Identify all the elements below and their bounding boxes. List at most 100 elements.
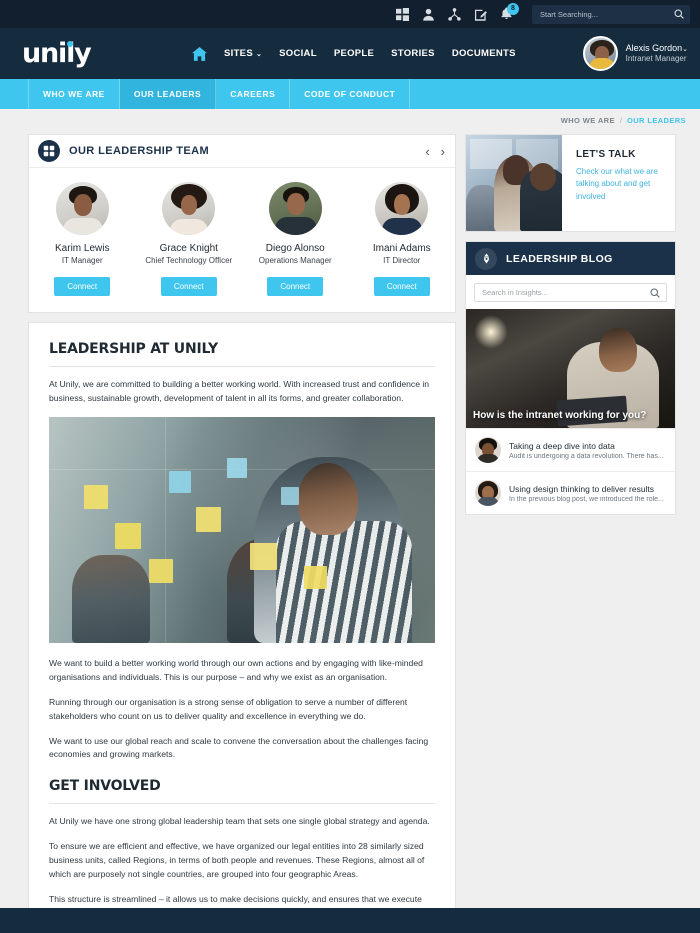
top-icon-group: 8 [396, 2, 519, 22]
member-name: Diego Alonso [265, 243, 325, 254]
leadership-blog-header: LEADERSHIP BLOG [466, 242, 675, 275]
breadcrumb-current[interactable]: OUR LEADERS [627, 116, 686, 125]
chevron-down-icon: ⌄ [682, 45, 688, 53]
global-search[interactable] [532, 4, 690, 24]
notification-badge: 8 [507, 2, 519, 15]
article-card: LEADERSHIP AT UNILY At Unily, we are com… [28, 322, 456, 933]
primary-nav: SITES ⌄ SOCIAL PEOPLE STORIES DOCUMENTS [192, 46, 516, 61]
leadership-team-header: OUR LEADERSHIP TEAM ‹ › [29, 135, 455, 168]
leadership-team-list: Karim Lewis IT Manager Connect Grace Kni… [29, 168, 455, 312]
breadcrumb: WHO WE ARE / OUR LEADERS [0, 109, 700, 131]
article-paragraph: We want to build a better working world … [49, 657, 423, 682]
post-excerpt: In the previous blog post, we introduced… [509, 495, 664, 503]
user-role: Intranet Manager [625, 54, 687, 64]
avatar [375, 182, 429, 235]
main-header: unily SITES ⌄ SOCIAL PEOPLE STORIES DOCU… [0, 28, 700, 79]
blog-search-row [466, 275, 675, 309]
team-member: Imani Adams IT Director Connect [349, 182, 456, 296]
striped-shirt [275, 520, 412, 643]
leadership-blog-title: LEADERSHIP BLOG [506, 252, 613, 265]
leadership-blog-card: LEADERSHIP BLOG How is the intranet work… [465, 241, 676, 515]
article-paragraph: To ensure we are efficient and effective… [49, 841, 425, 880]
connect-button[interactable]: Connect [160, 277, 217, 296]
lets-talk-image [466, 135, 562, 231]
section-nav: WHO WE ARE OUR LEADERS CAREERS CODE OF C… [0, 79, 700, 109]
pen-nib-icon [475, 247, 497, 270]
section-nav-our-leaders[interactable]: OUR LEADERS [119, 79, 217, 109]
article-heading-2: GET INVOLVED [49, 778, 435, 805]
list-item[interactable]: Taking a deep dive into data Audit is un… [466, 428, 675, 471]
nav-label-sites: SITES [224, 48, 253, 59]
breadcrumb-parent[interactable]: WHO WE ARE [561, 116, 615, 125]
nav-item-people[interactable]: PEOPLE [334, 48, 374, 59]
connect-button[interactable]: Connect [54, 277, 111, 296]
person-head [297, 462, 358, 535]
member-name: Grace Knight [159, 243, 218, 254]
connect-button[interactable]: Connect [267, 277, 324, 296]
breadcrumb-separator: / [619, 115, 622, 125]
page-footer [0, 908, 700, 933]
article-paragraph: At Unily, we are committed to building a… [49, 379, 430, 403]
member-role: IT Manager [61, 256, 103, 265]
carousel-prev-icon[interactable]: ‹ [425, 145, 429, 158]
user-menu[interactable]: Alexis Gordon⌄ Intranet Manager [582, 36, 688, 71]
article-paragraph: At Unily we have one strong global leade… [49, 816, 430, 827]
compose-edit-icon[interactable] [474, 8, 487, 21]
insights-search-input[interactable] [482, 288, 650, 297]
article-paragraph: We want to use our global reach and scal… [49, 735, 429, 760]
apps-grid-icon[interactable] [396, 7, 409, 21]
carousel-next-icon[interactable]: › [441, 145, 445, 158]
carousel-controls: ‹ › [425, 145, 445, 158]
lets-talk-subtitle[interactable]: Check our what we are talking about and … [576, 166, 663, 203]
person-silhouette [72, 554, 151, 643]
nav-item-social[interactable]: SOCIAL [279, 48, 317, 59]
home-icon[interactable] [192, 46, 207, 61]
org-chart-icon[interactable] [448, 7, 461, 21]
insights-search[interactable] [474, 283, 667, 302]
lets-talk-copy: LET'S TALK Check our what we are talking… [562, 135, 675, 231]
member-name: Karim Lewis [55, 243, 110, 254]
article-heading-1: LEADERSHIP AT UNILY [49, 341, 435, 367]
user-info: Alexis Gordon⌄ Intranet Manager [626, 42, 688, 65]
list-item[interactable]: Using design thinking to deliver results… [466, 471, 675, 514]
member-role: IT Director [383, 256, 421, 265]
article-hero-image [49, 416, 435, 643]
avatar [475, 480, 501, 506]
lets-talk-title: LET'S TALK [576, 149, 636, 160]
section-nav-careers[interactable]: CAREERS [216, 79, 291, 109]
nav-item-sites[interactable]: SITES ⌄ [224, 48, 262, 59]
section-nav-code-of-conduct[interactable]: CODE OF CONDUCT [290, 79, 411, 109]
member-name: Imani Adams [372, 243, 431, 254]
chevron-down-icon: ⌄ [255, 50, 263, 58]
unily-logo[interactable]: unily [22, 40, 104, 67]
content-area: OUR LEADERSHIP TEAM ‹ › Karim Lewis IT M… [0, 131, 700, 933]
notifications-bell[interactable]: 8 [500, 2, 519, 22]
leadership-team-title: OUR LEADERSHIP TEAM [69, 145, 210, 157]
post-title: Taking a deep dive into data [509, 440, 615, 451]
top-utility-bar: 8 [0, 0, 700, 28]
leadership-team-card: OUR LEADERSHIP TEAM ‹ › Karim Lewis IT M… [28, 134, 456, 313]
section-nav-who-we-are[interactable]: WHO WE ARE [28, 79, 120, 109]
search-icon[interactable] [650, 287, 660, 298]
nav-item-stories[interactable]: STORIES [391, 48, 435, 59]
sidebar: LET'S TALK Check our what we are talking… [465, 134, 676, 515]
team-member: Diego Alonso Operations Manager Connect [242, 182, 349, 296]
post-excerpt: Audit is undergoing a data revolution. T… [509, 452, 664, 460]
article-paragraph: Running through our organisation is a st… [49, 696, 408, 721]
page-root: 8 unily SITES ⌄ SOCIAL PEOPLE STORIES DO… [0, 0, 700, 933]
connect-button[interactable]: Connect [373, 277, 430, 296]
nav-item-documents[interactable]: DOCUMENTS [452, 48, 516, 59]
lets-talk-card[interactable]: LET'S TALK Check our what we are talking… [465, 134, 676, 232]
user-name: Alexis Gordon⌄ [625, 42, 688, 53]
post-text: Taking a deep dive into data Audit is un… [509, 441, 664, 460]
main-column: OUR LEADERSHIP TEAM ‹ › Karim Lewis IT M… [28, 134, 456, 933]
global-search-input[interactable] [540, 9, 670, 19]
team-member: Karim Lewis IT Manager Connect [29, 182, 136, 296]
member-role: Chief Technology Officer [145, 256, 233, 265]
person-icon[interactable] [422, 8, 435, 21]
avatar [582, 36, 618, 71]
logo-wordmark: unily [22, 38, 92, 69]
featured-post[interactable]: How is the intranet working for you? [466, 309, 675, 428]
featured-post-caption: How is the intranet working for you? [473, 410, 647, 421]
logo-dot-icon [67, 41, 73, 47]
